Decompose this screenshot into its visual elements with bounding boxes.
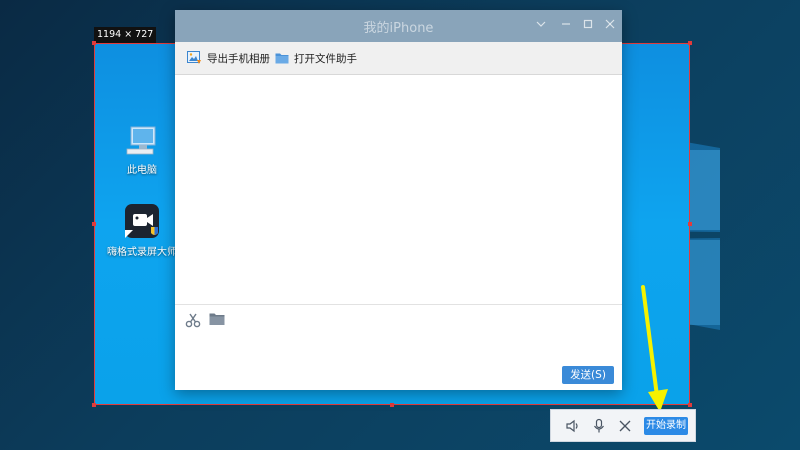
window-toolbar: 导出手机相册 打开文件助手 [175,42,622,75]
send-button[interactable]: 发送(S) [562,366,614,384]
desktop-icon-screen-recorder[interactable]: 嗨格式录屏大师 [107,203,177,259]
photo-export-icon [187,51,201,64]
resize-handle-left[interactable] [92,222,96,226]
message-area[interactable] [175,75,622,303]
minimize-icon[interactable] [557,17,575,35]
resize-handle-bottom[interactable] [390,403,394,407]
open-file-assistant-label: 打开文件助手 [294,52,357,65]
iphone-window: 我的iPhone 导出手机相册 打开文件助手 发送(S) [175,10,622,390]
start-recording-button[interactable]: 开始录制 [644,417,688,435]
recording-control-bar: 开始录制 [550,409,696,442]
input-divider [175,304,622,305]
close-icon[interactable] [617,418,633,434]
resize-handle-top-right[interactable] [688,41,692,45]
close-icon[interactable] [601,17,619,35]
folder-icon [275,53,289,64]
computer-icon [126,126,156,155]
microphone-icon[interactable] [591,418,607,434]
input-tools [185,312,225,328]
export-photos-label: 导出手机相册 [207,52,270,65]
capture-size-label: 1194 × 727 [94,27,157,43]
folder-icon[interactable] [209,312,225,326]
desktop-icon-this-pc[interactable]: 此电脑 [107,125,177,177]
window-title: 我的iPhone [363,21,434,36]
window-titlebar[interactable]: 我的iPhone [175,10,622,42]
export-photos-button[interactable]: 导出手机相册 [187,50,270,66]
screen-recorder-app-icon [125,204,159,238]
chevron-down-icon[interactable] [532,17,550,35]
maximize-icon[interactable] [579,17,597,35]
resize-handle-bottom-right[interactable] [688,403,692,407]
resize-handle-top-left[interactable] [92,41,96,45]
desktop-icon-label: 此电脑 [127,165,157,176]
resize-handle-bottom-left[interactable] [92,403,96,407]
resize-handle-right[interactable] [688,222,692,226]
scissors-icon[interactable] [185,312,201,328]
open-file-assistant-button[interactable]: 打开文件助手 [275,50,357,66]
desktop-icon-label: 嗨格式录屏大师 [107,247,177,258]
speaker-icon[interactable] [565,418,581,434]
